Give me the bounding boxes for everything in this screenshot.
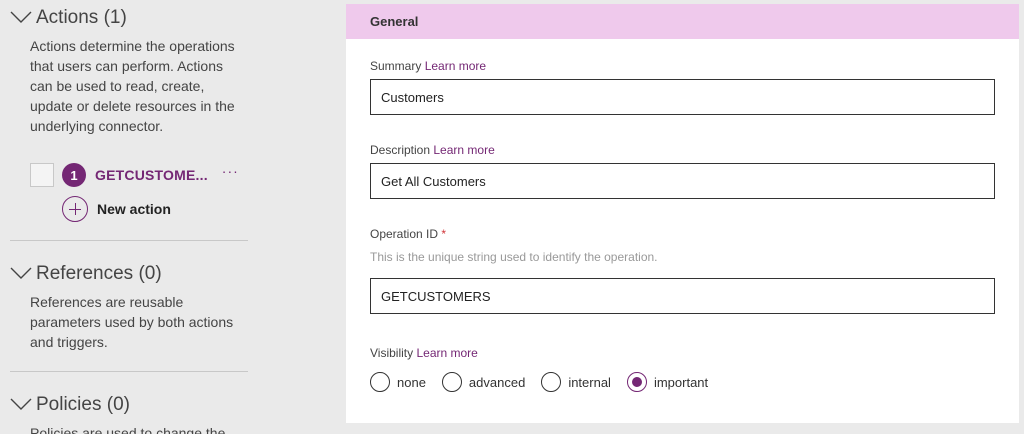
chevron-down-icon	[10, 397, 32, 413]
summary-learn-more-link[interactable]: Learn more	[425, 59, 486, 73]
actions-section-toggle[interactable]: Actions (1)	[10, 4, 248, 32]
new-action-button[interactable]: New action	[62, 196, 171, 222]
radio-advanced[interactable]: advanced	[441, 372, 526, 392]
references-section: References (0) References are reusable p…	[10, 260, 248, 352]
policies-section-description: Policies are used to change the	[30, 425, 226, 434]
radio-circle[interactable]	[441, 372, 462, 392]
references-section-title: References (0)	[36, 263, 162, 284]
action-item[interactable]: 1 GETCUSTOME... ···	[30, 161, 239, 189]
references-section-description: References are reusable parameters used …	[30, 294, 234, 350]
divider	[10, 371, 248, 372]
radio-important[interactable]: important	[626, 372, 709, 392]
references-section-toggle[interactable]: References (0)	[10, 260, 248, 288]
visibility-label-text: Visibility	[370, 346, 414, 360]
radio-circle[interactable]	[370, 372, 390, 392]
divider	[10, 240, 248, 241]
description-learn-more-link[interactable]: Learn more	[433, 143, 494, 157]
summary-field: Summary Learn more	[370, 59, 995, 115]
operation-id-field: Operation ID * This is the unique string…	[370, 227, 995, 314]
description-label: Description Learn more	[370, 143, 995, 157]
visibility-radio-group: none advanced internal important	[370, 372, 724, 392]
actions-section-title: Actions (1)	[36, 7, 127, 28]
radio-label: advanced	[468, 374, 526, 390]
description-field: Description Learn more	[370, 143, 995, 199]
plus-circle-icon	[62, 196, 88, 222]
description-label-text: Description	[370, 143, 431, 157]
visibility-label: Visibility Learn more	[370, 346, 995, 360]
required-marker: *	[441, 227, 447, 241]
policies-section-toggle[interactable]: Policies (0)	[10, 391, 248, 419]
action-number-badge: 1	[62, 163, 86, 187]
chevron-down-icon	[10, 266, 32, 282]
radio-circle-selected[interactable]	[626, 372, 647, 392]
chevron-down-icon	[10, 10, 32, 26]
visibility-field: Visibility Learn more	[370, 346, 995, 360]
operation-id-hint: This is the unique string used to identi…	[370, 250, 658, 264]
summary-input[interactable]	[370, 79, 995, 115]
radio-internal[interactable]: internal	[541, 372, 611, 392]
more-options-icon[interactable]: ···	[222, 164, 239, 178]
operation-id-label-text: Operation ID	[370, 227, 439, 241]
summary-label-text: Summary	[370, 59, 422, 73]
operation-id-label: Operation ID *	[370, 227, 995, 241]
radio-label: none	[397, 374, 426, 390]
radio-none[interactable]: none	[370, 372, 426, 392]
radio-label: internal	[568, 374, 611, 390]
policies-section-title: Policies (0)	[36, 394, 130, 415]
action-name[interactable]: GETCUSTOME...	[95, 167, 208, 183]
visibility-learn-more-link[interactable]: Learn more	[416, 346, 477, 360]
summary-label: Summary Learn more	[370, 59, 995, 73]
radio-label: important	[653, 374, 709, 390]
panel-header: General	[346, 4, 1019, 39]
actions-section: Actions (1) Actions determine the operat…	[10, 4, 248, 136]
description-input[interactable]	[370, 163, 995, 199]
actions-section-description: Actions determine the operations that us…	[30, 38, 235, 134]
operation-id-input[interactable]	[370, 278, 995, 314]
new-action-label: New action	[97, 201, 171, 217]
radio-circle[interactable]	[541, 372, 562, 392]
action-select-checkbox[interactable]	[30, 163, 54, 187]
sidebar: Actions (1) Actions determine the operat…	[0, 0, 258, 434]
policies-section: Policies (0) Policies are used to change…	[10, 391, 248, 434]
general-panel: General Summary Learn more Description L…	[346, 4, 1019, 423]
